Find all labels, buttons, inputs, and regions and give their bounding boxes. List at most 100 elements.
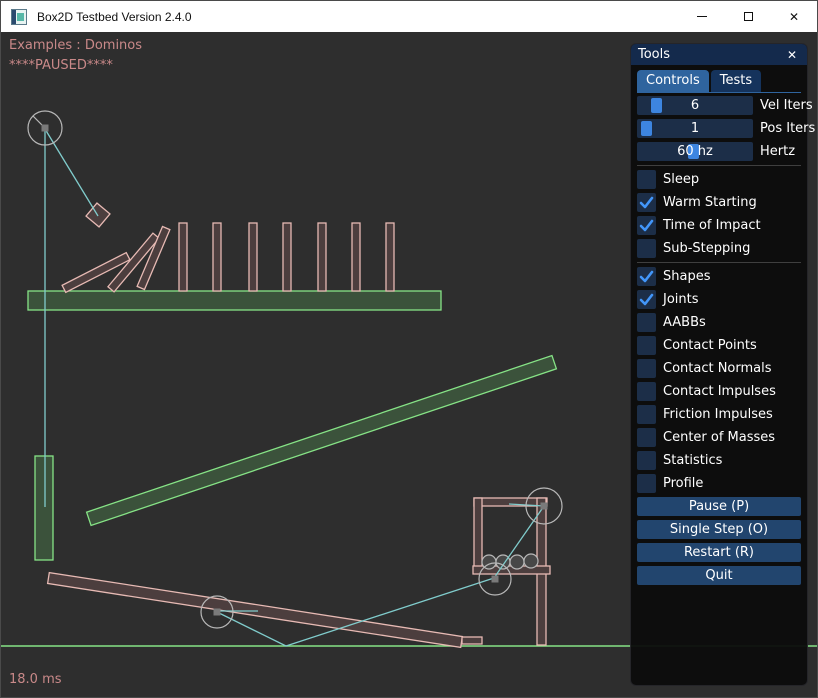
checkbox-label: Friction Impulses — [663, 407, 773, 422]
checkbox-unchecked-icon[interactable] — [637, 451, 656, 470]
checkbox-unchecked-icon[interactable] — [637, 382, 656, 401]
tools-panel: Tools ✕ ControlsTests 6Vel Iters 1Pos Ite… — [630, 43, 808, 686]
draw-options-group: Shapes Joints AABBs Contact Points Contact N… — [637, 267, 801, 493]
checkbox-contact-impulses[interactable]: Contact Impulses — [637, 382, 801, 401]
slider-label: Hertz — [760, 144, 795, 159]
checkbox-unchecked-icon[interactable] — [637, 359, 656, 378]
paused-label: ****PAUSED**** — [9, 58, 113, 73]
checkbox-shapes[interactable]: Shapes — [637, 267, 801, 286]
checkbox-label: Contact Normals — [663, 361, 772, 376]
checkbox-unchecked-icon[interactable] — [637, 239, 656, 258]
checkbox-statistics[interactable]: Statistics — [637, 451, 801, 470]
sim-options-group: Sleep Warm Starting Time of Impact Sub-Step… — [637, 170, 801, 258]
checkbox-unchecked-icon[interactable] — [637, 336, 656, 355]
tools-panel-header[interactable]: Tools ✕ — [631, 44, 807, 65]
checkbox-time-of-impact[interactable]: Time of Impact — [637, 216, 801, 235]
checkbox-unchecked-icon[interactable] — [637, 170, 656, 189]
tab-controls[interactable]: Controls — [637, 70, 709, 92]
checkbox-checked-icon[interactable] — [637, 267, 656, 286]
checkbox-label: Statistics — [663, 453, 722, 468]
domino-standing-7[interactable] — [386, 223, 394, 291]
separator — [637, 262, 801, 263]
button-quit[interactable]: Quit — [637, 566, 801, 585]
slider-label: Pos Iters — [760, 121, 815, 136]
example-label: Examples : Dominos — [9, 38, 142, 53]
checkbox-warm-starting[interactable]: Warm Starting — [637, 193, 801, 212]
checkbox-label: AABBs — [663, 315, 706, 330]
seesaw-wheel-circle-anchor — [214, 609, 221, 616]
app-window: Examples : Dominos ****PAUSED**** 18.0 m… — [0, 0, 818, 698]
checkbox-label: Center of Masses — [663, 430, 775, 445]
checkbox-checked-icon[interactable] — [637, 216, 656, 235]
checkbox-aabbs[interactable]: AABBs — [637, 313, 801, 332]
tab-bar: ControlsTests — [637, 70, 801, 93]
button-pause-p[interactable]: Pause (P) — [637, 497, 801, 516]
window-controls: ✕ — [679, 1, 817, 32]
slider-value: 6 — [637, 96, 753, 115]
maximize-icon — [744, 12, 753, 21]
domino-standing-6[interactable] — [352, 223, 360, 291]
checkbox-label: Contact Points — [663, 338, 757, 353]
close-icon[interactable]: ✕ — [784, 47, 800, 63]
action-buttons-group: Pause (P) Single Step (O) Restart (R) Quit — [637, 497, 801, 585]
slider-hertz[interactable]: 60 hz Hertz — [637, 142, 801, 161]
minimize-icon — [697, 16, 707, 17]
slider-group: 6Vel Iters 1Pos Iters 60 hz Hertz — [637, 96, 801, 161]
title-bar[interactable]: Box2D Testbed Version 2.4.0 ✕ — [1, 1, 817, 32]
tools-panel-title: Tools — [638, 47, 784, 62]
checkbox-label: Sleep — [663, 172, 699, 187]
domino-standing-3[interactable] — [249, 223, 257, 291]
checkbox-sleep[interactable]: Sleep — [637, 170, 801, 189]
domino-standing-1[interactable] — [179, 223, 187, 291]
domino-platform — [28, 291, 441, 310]
joint-pendulum — [45, 129, 98, 216]
checkbox-contact-points[interactable]: Contact Points — [637, 336, 801, 355]
app-icon — [11, 9, 27, 25]
separator — [637, 165, 801, 166]
checkbox-center-of-masses[interactable]: Center of Masses — [637, 428, 801, 447]
checkbox-label: Profile — [663, 476, 703, 491]
checkbox-unchecked-icon[interactable] — [637, 428, 656, 447]
checkbox-label: Sub-Stepping — [663, 241, 750, 256]
checkbox-label: Warm Starting — [663, 195, 757, 210]
checkbox-label: Shapes — [663, 269, 710, 284]
plank-end-piece[interactable] — [462, 637, 482, 644]
frame-top-bar[interactable] — [474, 498, 547, 506]
close-button[interactable]: ✕ — [771, 1, 817, 32]
maximize-button[interactable] — [725, 1, 771, 32]
domino-standing-2[interactable] — [213, 223, 221, 291]
slider-value: 60 hz — [637, 142, 753, 161]
frame-time-label: 18.0 ms — [9, 672, 62, 687]
checkbox-label: Time of Impact — [663, 218, 761, 233]
shelf-ball-3[interactable] — [510, 555, 524, 569]
seesaw-plank[interactable] — [48, 573, 463, 648]
pendulum-pivot-circle-anchor — [42, 125, 49, 132]
checkbox-checked-icon[interactable] — [637, 193, 656, 212]
checkbox-unchecked-icon[interactable] — [637, 313, 656, 332]
slider-pos-iters[interactable]: 1Pos Iters — [637, 119, 801, 138]
checkbox-checked-icon[interactable] — [637, 290, 656, 309]
slider-vel-iters[interactable]: 6Vel Iters — [637, 96, 801, 115]
tab-tests[interactable]: Tests — [711, 70, 761, 92]
frame-upper-circle-anchor — [541, 503, 548, 510]
button-restart-r[interactable]: Restart (R) — [637, 543, 801, 562]
checkbox-profile[interactable]: Profile — [637, 474, 801, 493]
window-title: Box2D Testbed Version 2.4.0 — [37, 10, 192, 24]
checkbox-joints[interactable]: Joints — [637, 290, 801, 309]
domino-standing-5[interactable] — [318, 223, 326, 291]
left-post — [35, 456, 53, 560]
domino-standing-4[interactable] — [283, 223, 291, 291]
button-single-step-o[interactable]: Single Step (O) — [637, 520, 801, 539]
slider-value: 1 — [637, 119, 753, 138]
frame-left-post[interactable] — [474, 498, 482, 570]
checkbox-contact-normals[interactable]: Contact Normals — [637, 359, 801, 378]
close-icon: ✕ — [789, 11, 799, 23]
shelf-ball-4[interactable] — [524, 554, 538, 568]
checkbox-unchecked-icon[interactable] — [637, 474, 656, 493]
tools-panel-body: ControlsTests 6Vel Iters 1Pos Iters 60 hz H… — [631, 65, 807, 685]
checkbox-unchecked-icon[interactable] — [637, 405, 656, 424]
checkbox-sub-stepping[interactable]: Sub-Stepping — [637, 239, 801, 258]
frame-lower-circle-anchor — [492, 576, 499, 583]
minimize-button[interactable] — [679, 1, 725, 32]
checkbox-friction-impulses[interactable]: Friction Impulses — [637, 405, 801, 424]
